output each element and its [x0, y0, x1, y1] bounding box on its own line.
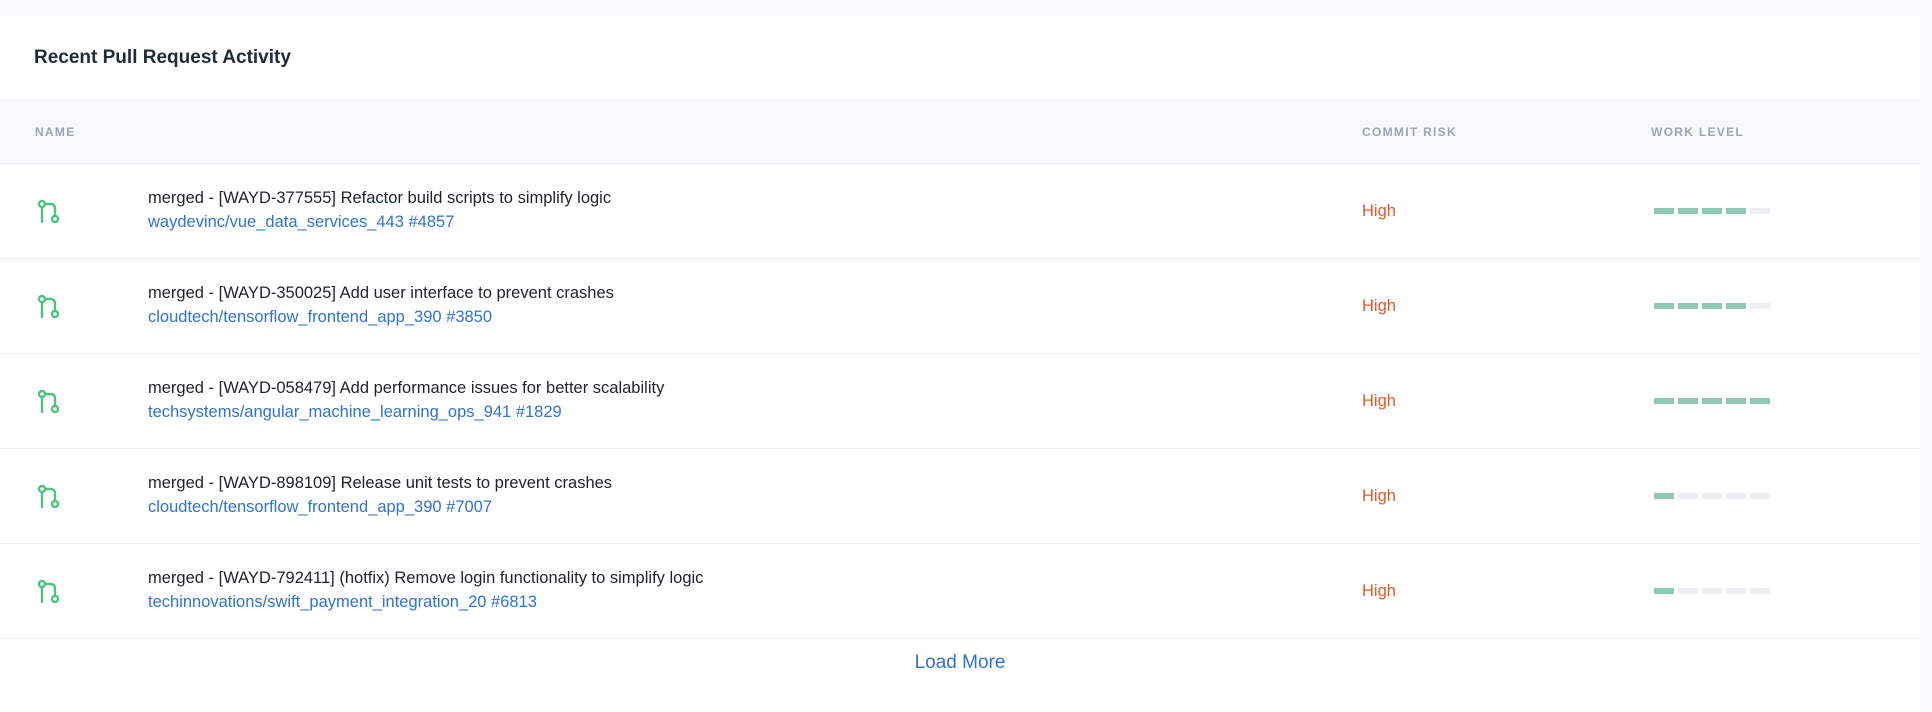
pr-info: merged - [WAYD-058479] Add performance i…: [148, 376, 664, 424]
work-level-segment: [1726, 398, 1746, 404]
work-level-segment: [1678, 588, 1698, 594]
work-level-segment: [1726, 588, 1746, 594]
table-row[interactable]: merged - [WAYD-377555] Refactor build sc…: [0, 164, 1920, 259]
work-level-segment: [1702, 398, 1722, 404]
pr-info: merged - [WAYD-350025] Add user interfac…: [148, 281, 614, 329]
work-level-segment: [1726, 208, 1746, 214]
work-level-segment: [1678, 303, 1698, 309]
pr-title: merged - [WAYD-898109] Release unit test…: [148, 474, 613, 492]
card-header: Recent Pull Request Activity: [0, 16, 1920, 100]
work-level-meter: [1654, 208, 1770, 214]
work-level-segment: [1702, 208, 1722, 214]
work-level-meter: [1654, 493, 1770, 499]
work-level-segment: [1654, 398, 1674, 404]
git-pull-request-icon: [36, 389, 62, 415]
pr-title: merged - [WAYD-377555] Refactor build sc…: [148, 189, 612, 207]
pr-repo-link[interactable]: waydevinc/vue_data_services_443 #4857: [148, 213, 454, 231]
git-pull-request-icon: [36, 484, 62, 510]
pr-info: merged - [WAYD-377555] Refactor build sc…: [148, 186, 611, 234]
column-header-work-level[interactable]: WORK LEVEL: [1651, 100, 1744, 164]
column-header-name[interactable]: NAME: [35, 100, 76, 164]
commit-risk-value: High: [1362, 297, 1396, 315]
pr-title: merged - [WAYD-058479] Add performance i…: [148, 379, 665, 397]
work-level-segment: [1654, 208, 1674, 214]
git-pull-request-icon: [36, 579, 62, 605]
work-level-segment: [1654, 588, 1674, 594]
pr-activity-card: Recent Pull Request Activity NAME COMMIT…: [0, 16, 1920, 712]
commit-risk-value: High: [1362, 392, 1396, 410]
commit-risk-value: High: [1362, 202, 1396, 220]
work-level-segment: [1750, 208, 1770, 214]
table-body: merged - [WAYD-377555] Refactor build sc…: [0, 164, 1920, 639]
work-level-segment: [1654, 493, 1674, 499]
table-row[interactable]: merged - [WAYD-792411] (hotfix) Remove l…: [0, 544, 1920, 639]
work-level-segment: [1702, 303, 1722, 309]
work-level-meter: [1654, 303, 1770, 309]
load-more-button[interactable]: Load More: [915, 652, 1006, 674]
pr-title: merged - [WAYD-350025] Add user interfac…: [148, 284, 614, 302]
page-scrollbar[interactable]: [1920, 0, 1932, 712]
work-level-segment: [1678, 493, 1698, 499]
pr-repo-link[interactable]: techsystems/angular_machine_learning_ops…: [148, 403, 562, 421]
work-level-segment: [1750, 588, 1770, 594]
pr-title: merged - [WAYD-792411] (hotfix) Remove l…: [148, 569, 704, 587]
git-pull-request-icon: [36, 294, 62, 320]
work-level-meter: [1654, 398, 1770, 404]
load-more-container: Load More: [0, 652, 1920, 674]
commit-risk-value: High: [1362, 487, 1396, 505]
work-level-segment: [1702, 493, 1722, 499]
table-row[interactable]: merged - [WAYD-350025] Add user interfac…: [0, 259, 1920, 354]
table-row[interactable]: merged - [WAYD-058479] Add performance i…: [0, 354, 1920, 449]
work-level-segment: [1750, 303, 1770, 309]
pr-info: merged - [WAYD-792411] (hotfix) Remove l…: [148, 566, 703, 614]
commit-risk-value: High: [1362, 582, 1396, 600]
work-level-segment: [1702, 588, 1722, 594]
card-title: Recent Pull Request Activity: [34, 46, 291, 68]
git-pull-request-icon: [36, 199, 62, 225]
pr-repo-link[interactable]: cloudtech/tensorflow_frontend_app_390 #7…: [148, 498, 492, 516]
work-level-segment: [1678, 398, 1698, 404]
pr-info: merged - [WAYD-898109] Release unit test…: [148, 471, 612, 519]
work-level-segment: [1678, 208, 1698, 214]
work-level-segment: [1726, 493, 1746, 499]
table-header: NAME COMMIT RISK WORK LEVEL: [0, 100, 1920, 164]
work-level-segment: [1750, 398, 1770, 404]
work-level-segment: [1750, 493, 1770, 499]
pr-repo-link[interactable]: techinnovations/swift_payment_integratio…: [148, 593, 537, 611]
pr-repo-link[interactable]: cloudtech/tensorflow_frontend_app_390 #3…: [148, 308, 492, 326]
work-level-meter: [1654, 588, 1770, 594]
work-level-segment: [1726, 303, 1746, 309]
table-row[interactable]: merged - [WAYD-898109] Release unit test…: [0, 449, 1920, 544]
work-level-segment: [1654, 303, 1674, 309]
column-header-commit-risk[interactable]: COMMIT RISK: [1362, 100, 1457, 164]
